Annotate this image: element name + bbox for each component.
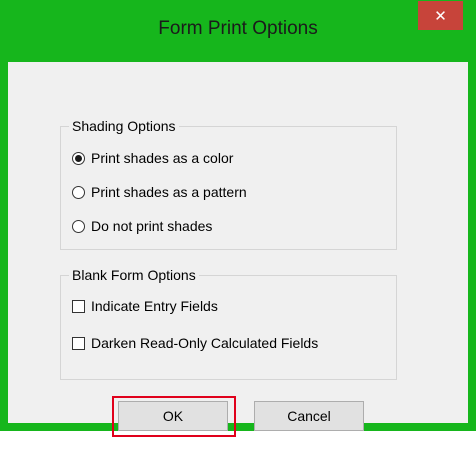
form-print-options-dialog: Form Print Options ✕ Shading Options Pri… bbox=[0, 0, 476, 437]
radio-label: Print shades as a color bbox=[91, 150, 234, 166]
blank-form-options-group: Blank Form Options Indicate Entry Fields… bbox=[60, 267, 397, 380]
checkbox[interactable] bbox=[72, 336, 85, 350]
checkbox-label: Darken Read-Only Calculated Fields bbox=[91, 335, 319, 351]
checkbox-darken-read-only[interactable]: Darken Read-Only Calculated Fields bbox=[72, 335, 318, 351]
dialog-body: Shading Options Print shades as a color … bbox=[8, 62, 468, 437]
radio-button[interactable] bbox=[72, 219, 85, 233]
dialog-title: Form Print Options bbox=[158, 18, 318, 39]
radio-button[interactable] bbox=[72, 185, 85, 199]
radio-print-shades-color[interactable]: Print shades as a color bbox=[72, 150, 233, 166]
shading-options-label: Shading Options bbox=[69, 118, 179, 134]
radio-label: Print shades as a pattern bbox=[91, 184, 247, 200]
close-icon: ✕ bbox=[434, 7, 447, 25]
blank-form-options-label: Blank Form Options bbox=[69, 267, 199, 283]
radio-do-not-print-shades[interactable]: Do not print shades bbox=[72, 218, 212, 234]
checkbox-indicate-entry-fields[interactable]: Indicate Entry Fields bbox=[72, 298, 218, 314]
checkbox[interactable] bbox=[72, 299, 85, 313]
close-button[interactable]: ✕ bbox=[418, 1, 463, 30]
radio-print-shades-pattern[interactable]: Print shades as a pattern bbox=[72, 184, 247, 200]
radio-button-selected[interactable] bbox=[72, 151, 85, 165]
radio-label: Do not print shades bbox=[91, 218, 213, 234]
ok-button[interactable]: OK bbox=[118, 401, 228, 431]
checkbox-label: Indicate Entry Fields bbox=[91, 298, 218, 314]
shading-options-group: Shading Options Print shades as a color … bbox=[60, 118, 397, 250]
cancel-button[interactable]: Cancel bbox=[254, 401, 364, 431]
title-bar[interactable]: Form Print Options ✕ bbox=[0, 0, 476, 62]
